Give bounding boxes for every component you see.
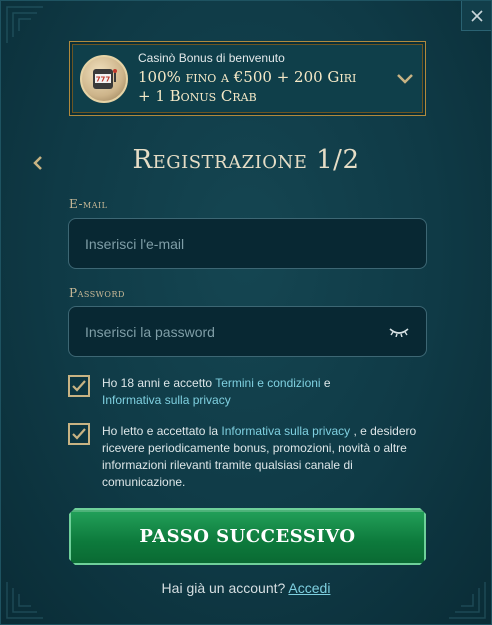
registration-modal: 777 Casinò Bonus di benvenuto 100% fino …: [0, 0, 492, 625]
marketing-consent-text: Ho letto e accettato la Informativa sull…: [102, 423, 428, 491]
password-field-wrapper[interactable]: [68, 306, 427, 357]
bonus-headline-line2: + 1 Bonus Crab: [138, 87, 257, 105]
marketing-consent-row: Ho letto e accettato la Informativa sull…: [68, 423, 428, 491]
privacy-link-marketing[interactable]: Informativa sulla privacy: [221, 424, 350, 438]
corner-ornament-icon: [6, 6, 43, 43]
bonus-logo: 777: [80, 54, 128, 103]
password-input[interactable]: [85, 323, 388, 340]
age-consent-text-middle: e: [320, 376, 331, 390]
login-link[interactable]: Accedi: [288, 580, 330, 596]
password-label: Password: [69, 286, 125, 300]
email-input[interactable]: [85, 235, 410, 252]
terms-link[interactable]: Termini e condizioni: [215, 376, 320, 390]
age-consent-text-before: Ho 18 anni e accetto: [102, 376, 216, 390]
password-visibility-toggle[interactable]: [388, 325, 410, 339]
chevron-down-icon: [397, 73, 413, 84]
slot-machine-icon: 777: [93, 68, 117, 89]
svg-text:777: 777: [96, 75, 111, 83]
close-icon: [470, 9, 483, 22]
bonus-toggle-button[interactable]: [395, 69, 415, 89]
age-consent-row: Ho 18 anni e accetto Termini e condizion…: [68, 375, 428, 409]
checkmark-icon: [72, 428, 86, 440]
email-label: E-mail: [69, 197, 108, 211]
marketing-consent-text-before: Ho letto e accettato la: [102, 424, 222, 438]
age-consent-text: Ho 18 anni e accetto Termini e condizion…: [102, 375, 331, 409]
privacy-link[interactable]: Informativa sulla privacy: [102, 393, 231, 407]
page-title: Registrazione 1/2: [132, 145, 360, 175]
login-prompt: Hai già un account? Accedi: [1, 580, 491, 596]
eye-closed-icon: [389, 327, 409, 337]
bonus-subtitle: Casinò Bonus di benvenuto: [138, 51, 285, 65]
welcome-bonus-selector[interactable]: 777 Casinò Bonus di benvenuto 100% fino …: [69, 41, 426, 116]
email-field-wrapper[interactable]: [68, 218, 427, 269]
next-step-button[interactable]: PASSO SUCCESSIVO: [69, 508, 426, 565]
marketing-consent-checkbox[interactable]: [68, 423, 90, 445]
checkmark-icon: [72, 380, 86, 392]
login-question: Hai già un account?: [161, 580, 289, 596]
next-step-label: PASSO SUCCESSIVO: [139, 526, 356, 547]
bonus-headline: 100% fino a €500 + 200 Giri + 1 Bonus Cr…: [138, 68, 395, 106]
close-button[interactable]: [461, 1, 491, 31]
bonus-headline-line1: 100% fino a €500 + 200 Giri: [138, 68, 357, 86]
age-consent-checkbox[interactable]: [68, 375, 90, 397]
